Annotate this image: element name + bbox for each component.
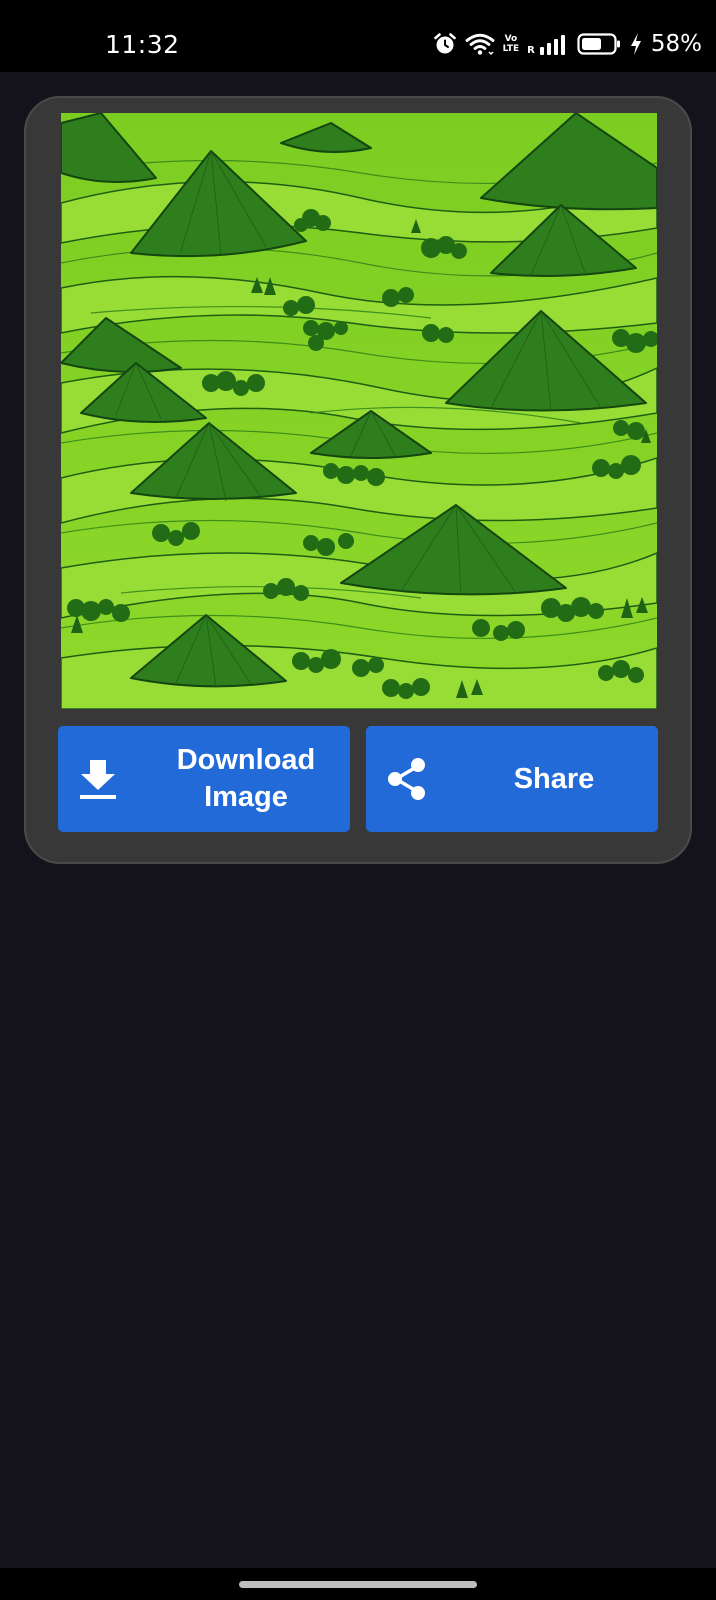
share-icon bbox=[384, 756, 428, 802]
charging-icon bbox=[629, 32, 643, 56]
wifi-icon bbox=[465, 32, 495, 56]
status-time: 11:32 bbox=[105, 30, 180, 59]
network-type: Vo LTE bbox=[503, 34, 520, 54]
image-result-card: Download Image Share bbox=[24, 96, 692, 864]
network-type-top: Vo bbox=[504, 34, 518, 44]
roaming-indicator: R bbox=[527, 45, 535, 56]
generated-landscape-image[interactable] bbox=[61, 113, 657, 709]
status-icons: Vo LTE R 58% bbox=[433, 28, 702, 60]
navigation-bar bbox=[0, 1568, 716, 1600]
status-bar: 11:32 Vo LTE R 58% bbox=[0, 0, 716, 72]
alarm-icon bbox=[433, 32, 457, 56]
home-gesture-handle[interactable] bbox=[239, 1581, 477, 1588]
battery-percent: 58% bbox=[650, 31, 702, 57]
signal-icon bbox=[539, 33, 569, 55]
download-icon bbox=[76, 756, 120, 802]
download-image-button[interactable]: Download Image bbox=[58, 726, 350, 832]
landscape-illustration bbox=[61, 113, 657, 709]
network-type-bottom: LTE bbox=[502, 44, 520, 54]
download-image-label: Download Image bbox=[176, 744, 316, 813]
share-label: Share bbox=[513, 762, 595, 795]
battery-icon bbox=[577, 32, 621, 56]
share-button[interactable]: Share bbox=[366, 726, 658, 832]
